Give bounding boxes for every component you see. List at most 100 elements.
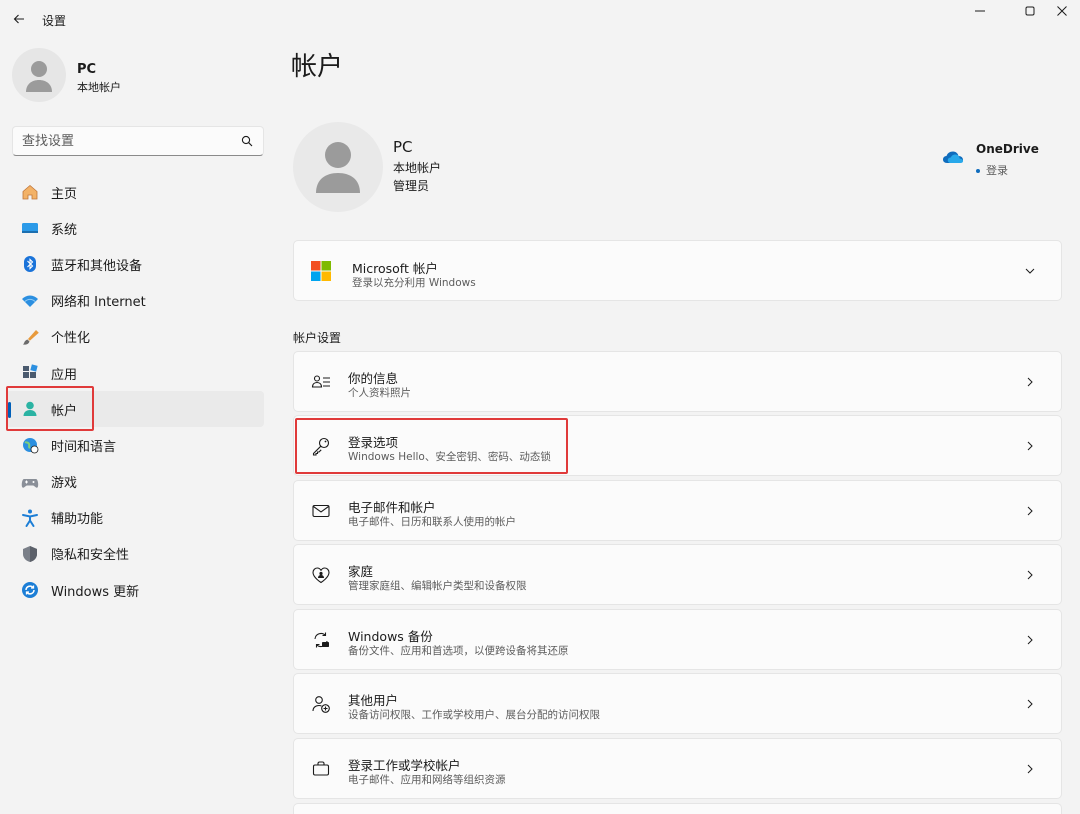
- email-accounts-card[interactable]: 电子邮件和帐户 电子邮件、日历和联系人使用的帐户: [293, 480, 1062, 541]
- sidebar-item-accounts[interactable]: 帐户: [6, 391, 264, 428]
- profile-role: 管理员: [393, 179, 430, 193]
- sidebar-item-label: 游戏: [51, 476, 78, 492]
- sidebar-item-system[interactable]: 系统: [6, 210, 264, 246]
- sidebar-nav: 主页 系统 蓝牙和其他设备 网络和 Internet 个性化 应用 帐户 时间和…: [6, 174, 264, 608]
- home-icon: [20, 182, 40, 202]
- onedrive-icon[interactable]: [942, 150, 964, 164]
- microsoft-logo-icon: [310, 260, 332, 282]
- profile-name: PC: [393, 138, 413, 156]
- sidebar-item-label: 个性化: [51, 331, 91, 347]
- wifi-icon: [20, 291, 40, 311]
- minimize-button[interactable]: [968, 2, 992, 20]
- person-icon: [316, 142, 360, 193]
- sidebar-item-label: 辅助功能: [51, 512, 104, 528]
- backup-icon: [310, 629, 332, 651]
- chevron-right-icon: [1027, 570, 1033, 580]
- sidebar-item-label: 帐户: [51, 403, 78, 419]
- card-subtitle: 管理家庭组、编辑帐户类型和设备权限: [348, 580, 527, 592]
- section-heading: 帐户设置: [293, 331, 342, 345]
- status-dot: [976, 169, 980, 173]
- close-icon: [1057, 6, 1067, 16]
- briefcase-icon: [310, 758, 332, 780]
- sidebar-item-label: Windows 更新: [51, 584, 140, 600]
- card-subtitle: 个人资料照片: [348, 387, 411, 399]
- profile-account-type: 本地帐户: [393, 161, 442, 175]
- card-subtitle: 登录以充分利用 Windows: [352, 277, 476, 289]
- app-title: 设置: [42, 14, 67, 28]
- back-button[interactable]: [8, 8, 30, 30]
- update-icon: [20, 580, 40, 600]
- system-icon: [20, 218, 40, 238]
- sidebar-item-label: 蓝牙和其他设备: [51, 258, 143, 274]
- sidebar-item-windows-update[interactable]: Windows 更新: [6, 572, 264, 608]
- search-input[interactable]: [13, 127, 233, 155]
- card-subtitle: Windows Hello、安全密钥、密码、动态锁: [348, 451, 551, 463]
- globe-clock-icon: [20, 435, 40, 455]
- selection-indicator: [8, 402, 11, 419]
- accessibility-icon: [20, 508, 40, 528]
- family-card[interactable]: 家庭 管理家庭组、编辑帐户类型和设备权限: [293, 544, 1062, 605]
- other-users-card[interactable]: 其他用户 设备访问权限、工作或学校用户、展台分配的访问权限: [293, 673, 1062, 734]
- your-info-card[interactable]: 你的信息 个人资料照片: [293, 351, 1062, 412]
- minimize-icon: [975, 10, 985, 12]
- chevron-right-icon: [1027, 506, 1033, 516]
- sidebar-item-label: 时间和语言: [51, 439, 117, 455]
- sidebar-item-label: 系统: [51, 222, 78, 238]
- onedrive-signin-link[interactable]: 登录: [976, 162, 1008, 178]
- search-box: [12, 126, 264, 156]
- work-school-account-card[interactable]: 登录工作或学校帐户 电子邮件、应用和网络等组织资源: [293, 738, 1062, 799]
- sidebar-item-home[interactable]: 主页: [6, 174, 264, 210]
- sidebar-item-accessibility[interactable]: 辅助功能: [6, 500, 264, 536]
- sidebar-user-type: 本地帐户: [77, 81, 121, 94]
- chevron-right-icon: [1027, 377, 1033, 387]
- contact-info-icon: [310, 371, 332, 393]
- page-title: 帐户: [291, 52, 344, 82]
- mail-icon: [310, 500, 332, 522]
- chevron-right-icon: [1027, 635, 1033, 645]
- sidebar-avatar[interactable]: [12, 48, 66, 102]
- maximize-icon: [1025, 6, 1035, 16]
- gamepad-icon: [20, 472, 40, 492]
- brush-icon: [20, 327, 40, 347]
- card-subtitle: 设备访问权限、工作或学校用户、展台分配的访问权限: [348, 709, 600, 721]
- close-button[interactable]: [1050, 2, 1074, 20]
- sidebar-item-personalization[interactable]: 个性化: [6, 319, 264, 355]
- microsoft-account-card[interactable]: Microsoft 帐户 登录以充分利用 Windows: [293, 240, 1062, 301]
- search-icon[interactable]: [241, 135, 253, 147]
- add-user-icon: [310, 693, 332, 715]
- sidebar-user-name: PC: [77, 62, 97, 77]
- card-subtitle: 备份文件、应用和首选项，以便跨设备将其还原: [348, 645, 569, 657]
- sidebar-item-apps[interactable]: 应用: [6, 355, 264, 391]
- sidebar-item-privacy[interactable]: 隐私和安全性: [6, 536, 264, 572]
- sign-in-options-card[interactable]: 登录选项 Windows Hello、安全密钥、密码、动态锁: [293, 415, 1062, 476]
- shield-icon: [20, 544, 40, 564]
- sidebar-item-label: 隐私和安全性: [51, 548, 130, 564]
- sidebar-item-gaming[interactable]: 游戏: [6, 464, 264, 500]
- back-arrow-icon: [13, 14, 24, 24]
- sidebar-item-label: 主页: [51, 186, 78, 202]
- chevron-down-icon[interactable]: [1025, 266, 1035, 276]
- sidebar-item-label: 应用: [51, 367, 78, 383]
- sidebar-item-time-language[interactable]: 时间和语言: [6, 427, 264, 463]
- chevron-right-icon: [1027, 699, 1033, 709]
- bluetooth-icon: [20, 254, 40, 274]
- card-subtitle: 电子邮件、日历和联系人使用的帐户: [348, 516, 516, 528]
- onedrive-status-label: 登录: [986, 164, 1008, 177]
- profile-avatar[interactable]: [293, 122, 383, 212]
- windows-backup-card[interactable]: Windows 备份 备份文件、应用和首选项，以便跨设备将其还原: [293, 609, 1062, 670]
- family-heart-icon: [310, 564, 332, 586]
- sidebar-item-network[interactable]: 网络和 Internet: [6, 283, 264, 319]
- maximize-button[interactable]: [1018, 2, 1042, 20]
- key-icon: [310, 435, 332, 457]
- sidebar-item-label: 网络和 Internet: [51, 295, 146, 311]
- onedrive-title: OneDrive: [976, 142, 1039, 156]
- account-icon: [20, 399, 40, 419]
- next-settings-card[interactable]: [293, 803, 1062, 814]
- card-subtitle: 电子邮件、应用和网络等组织资源: [348, 774, 506, 786]
- chevron-right-icon: [1027, 441, 1033, 451]
- chevron-right-icon: [1027, 764, 1033, 774]
- apps-icon: [20, 363, 40, 383]
- person-icon: [26, 61, 52, 92]
- sidebar-item-bluetooth[interactable]: 蓝牙和其他设备: [6, 246, 264, 282]
- title-bar: 设置: [0, 0, 1080, 40]
